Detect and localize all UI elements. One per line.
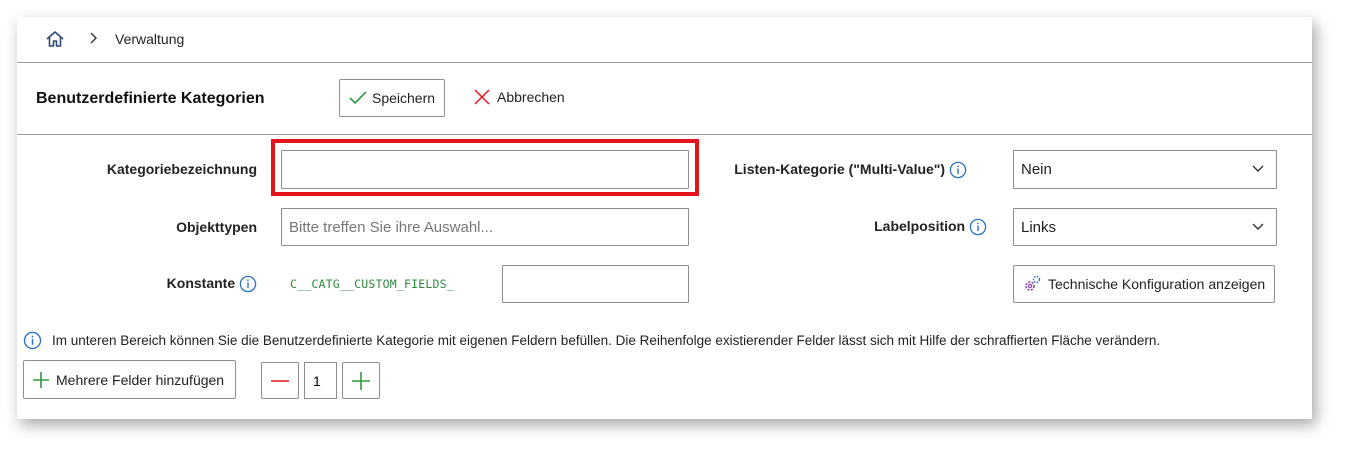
constant-input[interactable] bbox=[502, 265, 689, 303]
info-icon[interactable] bbox=[239, 275, 257, 293]
label-position-select[interactable]: Links bbox=[1013, 208, 1277, 246]
add-fields-label: Mehrere Felder hinzufügen bbox=[56, 371, 225, 388]
chevron-down-icon bbox=[1252, 223, 1264, 230]
category-name-label: Kategoriebezeichnung bbox=[106, 161, 257, 177]
close-icon bbox=[474, 89, 490, 105]
minus-icon bbox=[271, 379, 289, 382]
breadcrumb: Verwaltung bbox=[17, 17, 1312, 63]
multi-value-selected: Nein bbox=[1021, 161, 1052, 178]
checkmark-icon bbox=[349, 91, 367, 105]
plus-icon bbox=[352, 371, 370, 390]
breadcrumb-current[interactable]: Verwaltung bbox=[115, 31, 184, 47]
save-button[interactable]: Speichern bbox=[339, 79, 445, 117]
chevron-right-icon bbox=[89, 31, 99, 45]
multi-value-label-wrap: Listen-Kategorie ("Multi-Value") bbox=[677, 161, 967, 179]
field-count-input[interactable] bbox=[304, 362, 337, 399]
object-types-input[interactable] bbox=[281, 208, 689, 246]
info-message: Im unteren Bereich können Sie die Benutz… bbox=[23, 331, 1160, 350]
info-icon[interactable] bbox=[949, 161, 967, 179]
increment-button[interactable] bbox=[342, 362, 380, 399]
chevron-down-icon bbox=[1252, 165, 1264, 172]
label-position-label-wrap: Labelposition bbox=[777, 218, 987, 236]
page-header: Benutzerdefinierte Kategorien Speichern … bbox=[17, 63, 1312, 135]
page-title: Benutzerdefinierte Kategorien bbox=[36, 90, 265, 107]
highlight-frame bbox=[271, 139, 699, 196]
cancel-button[interactable]: Abbrechen bbox=[473, 88, 565, 106]
tech-config-button[interactable]: Technische Konfiguration anzeigen bbox=[1013, 265, 1275, 303]
info-message-text: Im unteren Bereich können Sie die Benutz… bbox=[52, 333, 1161, 348]
info-icon[interactable] bbox=[969, 218, 987, 236]
tech-config-label: Technische Konfiguration anzeigen bbox=[1048, 276, 1266, 292]
constant-label: Konstante bbox=[166, 275, 236, 291]
cancel-button-label: Abbrechen bbox=[497, 89, 565, 105]
multi-value-select[interactable]: Nein bbox=[1013, 150, 1277, 189]
object-types-label: Objekttypen bbox=[176, 219, 257, 235]
multi-value-label: Listen-Kategorie ("Multi-Value") bbox=[734, 161, 946, 177]
label-position-selected: Links bbox=[1021, 218, 1057, 236]
info-icon bbox=[23, 331, 42, 350]
decrement-button[interactable] bbox=[261, 362, 299, 399]
constant-label-wrap: Konstante bbox=[77, 275, 257, 293]
plus-icon bbox=[33, 371, 49, 388]
label-position-label: Labelposition bbox=[874, 218, 966, 234]
home-icon[interactable] bbox=[45, 29, 65, 49]
save-button-label: Speichern bbox=[372, 90, 436, 106]
gears-icon bbox=[1025, 275, 1041, 291]
category-editor-panel: Verwaltung Benutzerdefinierte Kategorien… bbox=[17, 17, 1312, 419]
add-fields-button[interactable]: Mehrere Felder hinzufügen bbox=[23, 360, 236, 399]
constant-prefix: C__CATG__CUSTOM_FIELDS_ bbox=[290, 277, 454, 291]
